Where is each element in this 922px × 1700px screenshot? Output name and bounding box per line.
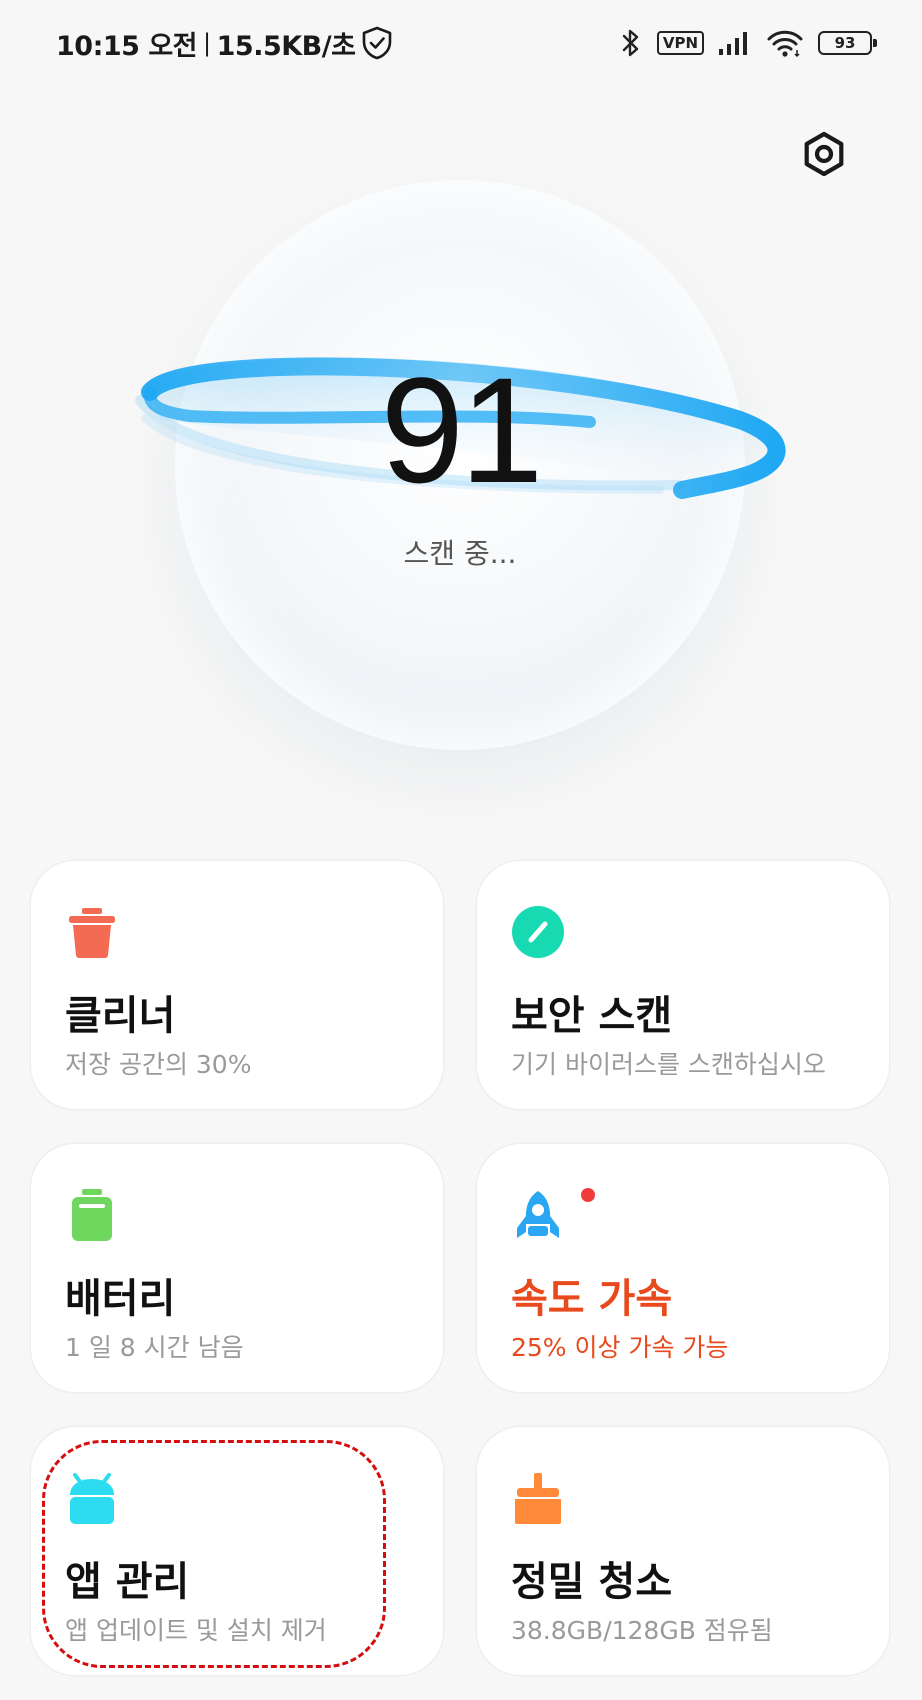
app-manager-card[interactable]: 앱 관리 앱 업데이트 및 설치 제거	[31, 1427, 443, 1675]
trash-icon	[69, 908, 115, 958]
battery-icon	[72, 1189, 112, 1241]
settings-button[interactable]	[796, 126, 852, 182]
status-bar: 10:15 오전 | 15.5KB/초 VPN 93	[0, 0, 922, 86]
scan-score: 91	[380, 346, 544, 514]
bluetooth-icon	[622, 29, 639, 57]
security-scan-subtitle: 기기 바이러스를 스캔하십시오	[511, 1050, 826, 1079]
shield-check-icon	[363, 26, 392, 60]
battery-title: 배터리	[65, 1276, 176, 1322]
status-left: 10:15 오전 | 15.5KB/초	[56, 24, 393, 62]
status-right: VPN 93	[619, 24, 877, 62]
cleaner-card[interactable]: 클리너 저장 공간의 30%	[31, 861, 443, 1109]
signal-icon	[719, 32, 747, 55]
scan-status-text: 스캔 중...	[403, 537, 517, 570]
scan-orb: 91 스캔 중...	[120, 160, 800, 780]
rocket-icon	[517, 1191, 559, 1238]
app-manager-subtitle: 앱 업데이트 및 설치 제거	[65, 1616, 327, 1645]
speed-boost-subtitle: 25% 이상 가속 가능	[511, 1333, 729, 1362]
notification-dot	[581, 1188, 595, 1202]
security-scan-card[interactable]: 보안 스캔 기기 바이러스를 스캔하십시오	[477, 861, 889, 1109]
deep-clean-title: 정밀 청소	[511, 1559, 673, 1605]
wifi-icon	[767, 30, 803, 58]
vpn-badge: VPN	[656, 31, 704, 55]
speed-boost-card[interactable]: 속도 가속 25% 이상 가속 가능	[477, 1144, 889, 1392]
status-separator: |	[203, 29, 211, 57]
security-app-screen: 10:15 오전 | 15.5KB/초 VPN 93 91 스캔 중... 클리…	[0, 0, 922, 1700]
battery-level: 93	[834, 34, 856, 52]
status-time: 10:15 오전	[56, 30, 198, 62]
broom-icon	[515, 1473, 561, 1524]
network-speed: 15.5KB/초	[216, 30, 356, 62]
android-icon	[70, 1473, 114, 1524]
cleaner-subtitle: 저장 공간의 30%	[65, 1050, 252, 1079]
battery-card[interactable]: 배터리 1 일 8 시간 남음	[31, 1144, 443, 1392]
battery-subtitle: 1 일 8 시간 남음	[65, 1333, 244, 1362]
app-manager-title: 앱 관리	[65, 1559, 190, 1605]
security-gauge-icon	[512, 906, 564, 958]
deep-clean-card[interactable]: 정밀 청소 38.8GB/128GB 점유됨	[477, 1427, 889, 1675]
deep-clean-subtitle: 38.8GB/128GB 점유됨	[511, 1616, 773, 1645]
battery-indicator: 93	[818, 31, 877, 55]
speed-boost-title: 속도 가속	[511, 1276, 673, 1322]
cleaner-title: 클리너	[65, 993, 176, 1039]
security-scan-title: 보안 스캔	[511, 993, 673, 1039]
settings-hex-icon	[804, 131, 844, 177]
